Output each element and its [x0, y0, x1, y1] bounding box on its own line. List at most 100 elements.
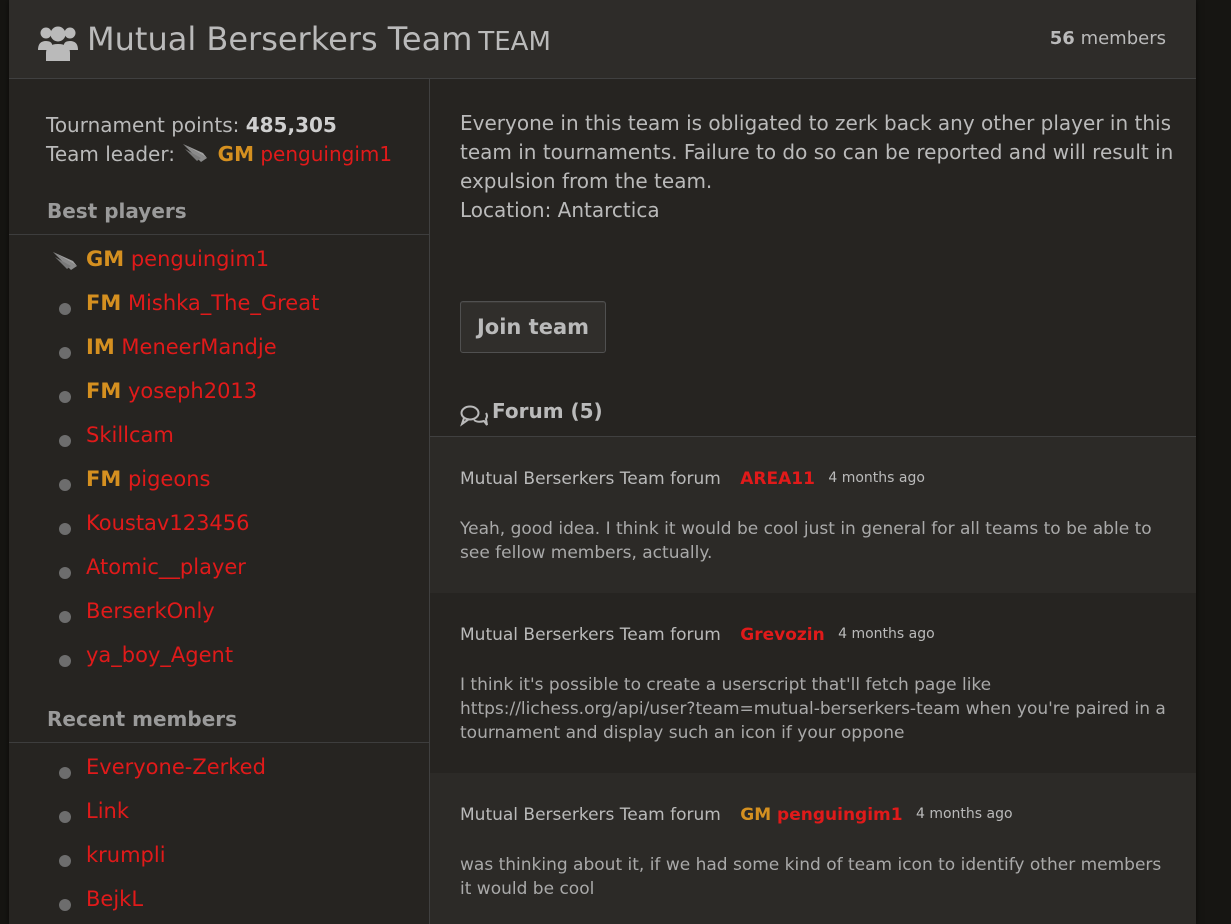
player-name: Skillcam	[86, 423, 174, 447]
points-label: Tournament points:	[46, 113, 240, 137]
best-players-list: GM penguingim1 FM Mishka_The_Great IM Mene…	[9, 246, 429, 686]
members-label: members	[1080, 28, 1166, 49]
post-author-name: penguingim1	[777, 805, 903, 825]
members-count: 56	[1049, 28, 1075, 49]
player-link[interactable]: Atomic__player	[86, 554, 246, 580]
player-title: FM	[86, 467, 122, 491]
points-value: 485,305	[245, 113, 337, 137]
description-text: Everyone in this team is obligated to ze…	[460, 111, 1174, 193]
members-count-link[interactable]: 56 members	[1050, 28, 1166, 49]
player-row[interactable]: Link	[9, 798, 429, 842]
forum-post[interactable]: Mutual Berserkers Team forum AREA11 4 mo…	[430, 437, 1196, 593]
player-link[interactable]: IM MeneerMandje	[86, 334, 277, 360]
post-author-name: AREA11	[740, 469, 815, 489]
post-meta: Mutual Berserkers Team forum AREA11 4 mo…	[460, 469, 925, 489]
post-author[interactable]: Grevozin	[740, 625, 824, 645]
leader-name: penguingim1	[260, 142, 393, 166]
recent-members-list: Everyone-Zerked Link krumpli BejkL	[9, 754, 429, 924]
player-link[interactable]: GM penguingim1	[86, 246, 269, 272]
offline-status-icon	[59, 655, 71, 667]
offline-status-icon	[59, 899, 71, 911]
post-author[interactable]: AREA11	[740, 469, 815, 489]
player-link[interactable]: ya_boy_Agent	[86, 642, 233, 668]
player-link[interactable]: BerserkOnly	[86, 598, 215, 624]
post-timestamp: 4 months ago	[828, 470, 925, 486]
player-row[interactable]: BerserkOnly	[9, 598, 429, 642]
team-location: Location: Antarctica	[460, 198, 660, 222]
player-row[interactable]: BejkL	[9, 886, 429, 924]
team-box: Mutual Berserkers Team TEAM 56 members To…	[9, 0, 1196, 924]
post-author-title: GM	[740, 805, 772, 825]
leader-title: GM	[217, 142, 254, 166]
player-row[interactable]: ya_boy_Agent	[9, 642, 429, 686]
post-forum-name[interactable]: Mutual Berserkers Team forum	[460, 625, 721, 645]
post-forum-name[interactable]: Mutual Berserkers Team forum	[460, 469, 721, 489]
recent-members-heading: Recent members	[9, 707, 429, 743]
offline-status-icon	[59, 391, 71, 403]
best-players-heading: Best players	[9, 199, 429, 235]
player-row[interactable]: FM yoseph2013	[9, 378, 429, 422]
player-title: IM	[86, 335, 115, 359]
player-row[interactable]: FM Mishka_The_Great	[9, 290, 429, 334]
player-link[interactable]: Everyone-Zerked	[86, 754, 266, 780]
post-timestamp: 4 months ago	[916, 806, 1013, 822]
leader-link[interactable]: GM penguingim1	[218, 142, 392, 166]
player-row[interactable]: GM penguingim1	[9, 246, 429, 290]
forum-post[interactable]: Mutual Berserkers Team forum GM penguing…	[430, 773, 1196, 924]
player-name: penguingim1	[130, 247, 270, 271]
player-row[interactable]: Koustav123456	[9, 510, 429, 554]
post-excerpt[interactable]: Yeah, good idea. I think it would be coo…	[460, 517, 1170, 565]
post-author[interactable]: GM penguingim1	[740, 805, 902, 825]
player-link[interactable]: Koustav123456	[86, 510, 250, 536]
offline-status-icon	[59, 479, 71, 491]
player-row[interactable]: krumpli	[9, 842, 429, 886]
offline-status-icon	[59, 523, 71, 535]
join-team-button[interactable]: Join team	[460, 301, 606, 353]
post-excerpt[interactable]: was thinking about it, if we had some ki…	[460, 853, 1170, 901]
player-link[interactable]: Link	[86, 798, 129, 824]
post-forum-name[interactable]: Mutual Berserkers Team forum	[460, 805, 721, 825]
player-row[interactable]: FM pigeons	[9, 466, 429, 510]
post-excerpt[interactable]: I think it's possible to create a usersc…	[460, 673, 1170, 745]
player-title: GM	[86, 247, 125, 271]
team-sidebar: Tournament points: 485,305 Team leader: …	[9, 79, 430, 924]
player-link[interactable]: FM Mishka_The_Great	[86, 290, 319, 316]
recent-members-heading-text: Recent members	[47, 707, 238, 731]
player-link[interactable]: FM yoseph2013	[86, 378, 257, 404]
best-players-heading-text: Best players	[47, 199, 187, 223]
forum-title: Forum (5)	[492, 399, 603, 423]
player-row[interactable]: Everyone-Zerked	[9, 754, 429, 798]
team-main: Everyone in this team is obligated to ze…	[430, 79, 1196, 924]
team-description: Everyone in this team is obligated to ze…	[460, 109, 1196, 225]
forum-heading[interactable]: Forum (5)	[430, 395, 1196, 437]
player-title: FM	[86, 291, 122, 315]
team-label: TEAM	[478, 27, 551, 57]
player-name: Mishka_The_Great	[127, 291, 320, 315]
player-name: Everyone-Zerked	[86, 755, 266, 779]
team-header: Mutual Berserkers Team TEAM 56 members	[9, 0, 1196, 79]
player-name: yoseph2013	[127, 379, 258, 403]
player-row[interactable]: Skillcam	[9, 422, 429, 466]
team-leader: Team leader: GM penguingim1	[46, 140, 392, 169]
post-timestamp: 4 months ago	[838, 626, 935, 642]
player-row[interactable]: Atomic__player	[9, 554, 429, 598]
player-link[interactable]: BejkL	[86, 886, 143, 912]
forum-post[interactable]: Mutual Berserkers Team forum Grevozin 4 …	[430, 593, 1196, 773]
offline-status-icon	[59, 303, 71, 315]
player-link[interactable]: FM pigeons	[86, 466, 210, 492]
offline-status-icon	[59, 855, 71, 867]
post-meta: Mutual Berserkers Team forum GM penguing…	[460, 805, 1013, 825]
team-name: Mutual Berserkers Team	[87, 20, 473, 58]
offline-status-icon	[59, 567, 71, 579]
player-name: BerserkOnly	[86, 599, 215, 623]
wing-icon	[183, 144, 208, 162]
player-title: FM	[86, 379, 122, 403]
offline-status-icon	[59, 347, 71, 359]
player-row[interactable]: IM MeneerMandje	[9, 334, 429, 378]
offline-status-icon	[59, 435, 71, 447]
offline-status-icon	[59, 611, 71, 623]
team-info: Tournament points: 485,305 Team leader: …	[46, 111, 392, 169]
player-link[interactable]: krumpli	[86, 842, 166, 868]
player-link[interactable]: Skillcam	[86, 422, 174, 448]
player-name: Link	[86, 799, 130, 823]
